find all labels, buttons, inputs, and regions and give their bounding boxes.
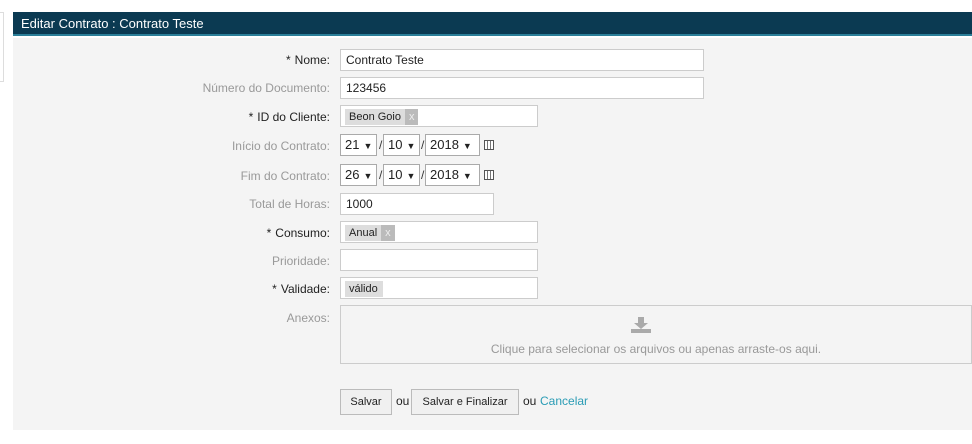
page-title: Editar Contrato : Contrato Teste — [13, 12, 972, 36]
label-validade: * Validade: — [272, 282, 330, 296]
consumo-input[interactable]: Anual x — [340, 221, 538, 243]
cliente-input[interactable]: Beon Goio x — [340, 105, 538, 127]
fim-year-select[interactable]: 2018 ▼ — [425, 164, 480, 186]
label-fim: Fim do Contrato: — [240, 169, 330, 183]
required-icon: * — [285, 53, 291, 67]
side-panel-edge — [0, 12, 4, 82]
required-icon: * — [272, 282, 277, 296]
label-cliente: * ID do Cliente: — [248, 110, 330, 124]
label-prioridade: Prioridade: — [271, 254, 330, 268]
label-nome: * Nome: — [285, 53, 330, 67]
or-text: ou — [396, 394, 410, 408]
save-button[interactable]: Salvar — [340, 389, 392, 415]
validade-tag: válido — [345, 281, 383, 297]
validade-input[interactable]: válido — [340, 277, 538, 299]
consumo-tag: Anual x — [345, 225, 395, 241]
calendar-icon[interactable] — [484, 140, 494, 150]
prioridade-input[interactable] — [340, 249, 538, 271]
download-icon — [631, 317, 651, 333]
save-finish-button[interactable]: Salvar e Finalizar — [411, 389, 519, 415]
fim-month-select[interactable]: 10 ▼ — [383, 164, 420, 186]
label-horas: Total de Horas: — [249, 197, 330, 211]
inicio-day-select[interactable]: 21 ▼ — [340, 134, 377, 156]
date-separator: / — [379, 138, 383, 152]
remove-tag-icon[interactable]: x — [404, 109, 419, 125]
label-numero: Número do Documento: — [202, 81, 330, 95]
required-icon: * — [248, 110, 254, 124]
total-horas-input[interactable]: 1000 — [340, 193, 494, 215]
date-separator: / — [379, 168, 383, 182]
date-separator: / — [421, 138, 425, 152]
nome-input[interactable]: Contrato Teste — [340, 49, 704, 71]
required-icon: * — [266, 226, 272, 240]
inicio-year-select[interactable]: 2018 ▼ — [425, 134, 480, 156]
fim-day-select[interactable]: 26 ▼ — [340, 164, 377, 186]
attachments-dropzone[interactable]: Clique para selecionar os arquivos ou ap… — [340, 305, 972, 364]
cliente-tag: Beon Goio x — [345, 109, 419, 125]
remove-tag-icon[interactable]: x — [381, 225, 395, 241]
or-text: ou — [523, 394, 537, 408]
label-anexos: Anexos: — [286, 311, 330, 325]
numero-documento-input[interactable]: 123456 — [340, 77, 704, 99]
calendar-icon[interactable] — [484, 170, 494, 180]
label-consumo: * Consumo: — [266, 226, 330, 240]
date-separator: / — [421, 168, 425, 182]
dropzone-text: Clique para selecionar os arquivos ou ap… — [490, 342, 822, 356]
cancel-link[interactable]: Cancelar — [540, 394, 588, 408]
label-inicio: Início do Contrato: — [231, 139, 330, 153]
inicio-month-select[interactable]: 10 ▼ — [383, 134, 420, 156]
